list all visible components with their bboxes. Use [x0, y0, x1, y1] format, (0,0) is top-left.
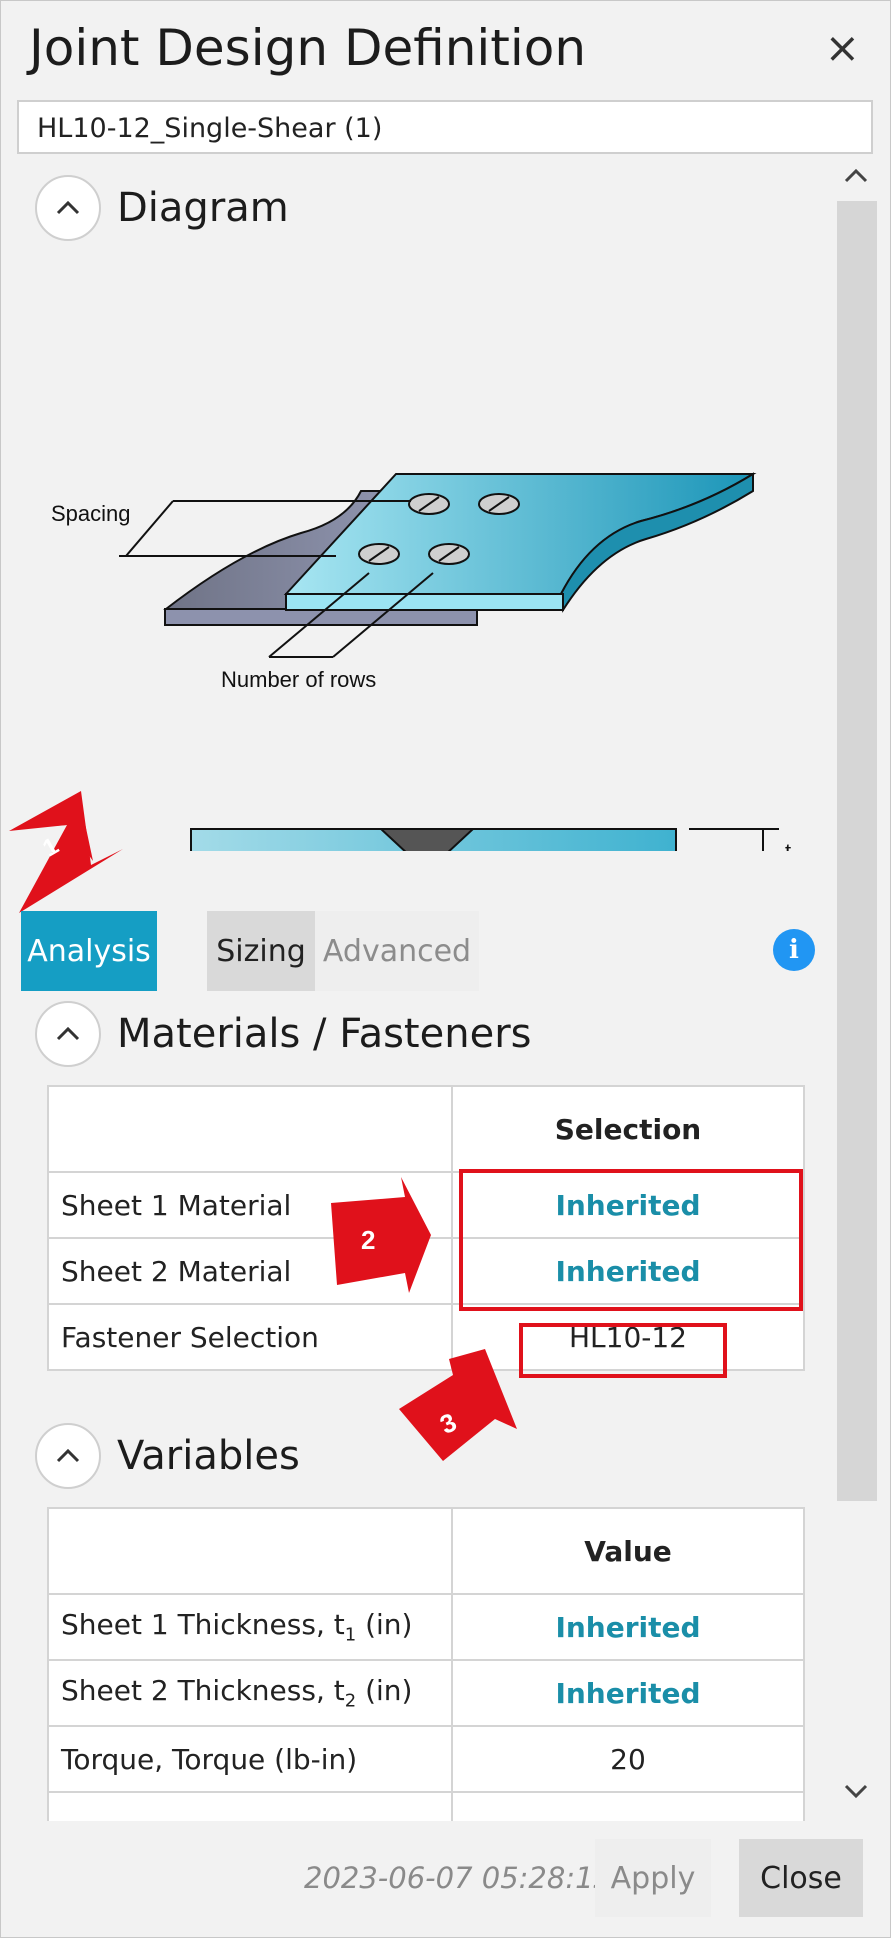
- materials-collapse-button[interactable]: [35, 1001, 101, 1067]
- close-button[interactable]: Close: [739, 1839, 863, 1917]
- diagram-collapse-button[interactable]: [35, 175, 101, 241]
- variables-table: Value Sheet 1 Thickness, t1 (in) Inherit…: [47, 1507, 805, 1821]
- chevron-up-icon: [56, 1448, 80, 1463]
- sheet2-thickness-label: Sheet 2 Thickness, t2 (in): [47, 1659, 453, 1727]
- scroll-content[interactable]: Diagram Spacing Number of rows 1 Analysi…: [1, 161, 890, 1821]
- tab-analysis[interactable]: Analysis: [21, 911, 157, 991]
- highlight-box-materials: [459, 1169, 803, 1311]
- table-row: [47, 1791, 805, 1821]
- chevron-up-icon: [56, 1026, 80, 1041]
- table-header-blank: [47, 1085, 453, 1173]
- joint-diagram: Spacing Number of rows t: [51, 472, 791, 851]
- variables-section-header: Variables: [35, 1423, 300, 1489]
- table-row-partial-value[interactable]: [451, 1791, 805, 1821]
- table-header-row: Value: [47, 1507, 805, 1595]
- callout-2: 2: [331, 1177, 431, 1293]
- variables-section-title: Variables: [117, 1433, 300, 1479]
- tab-sizing[interactable]: Sizing: [207, 911, 315, 991]
- sheet2-thickness-value[interactable]: Inherited: [451, 1659, 805, 1727]
- table-row: Torque, Torque (lb-in) 20: [47, 1725, 805, 1793]
- scrollbar-track[interactable]: [837, 201, 877, 1501]
- t1-label: t: [785, 839, 791, 851]
- table-row: Sheet 2 Thickness, t2 (in) Inherited: [47, 1659, 805, 1727]
- highlight-box-fastener: [519, 1323, 727, 1378]
- close-icon[interactable]: ×: [825, 27, 860, 69]
- joint-name-input[interactable]: HL10-12_Single-Shear (1): [17, 100, 873, 154]
- scroll-down-icon[interactable]: [841, 1776, 871, 1806]
- value-header: Value: [451, 1507, 805, 1595]
- scroll-up-icon[interactable]: [841, 161, 871, 191]
- materials-section-title: Materials / Fasteners: [117, 1011, 532, 1057]
- sheet1-thickness-value[interactable]: Inherited: [451, 1593, 805, 1661]
- apply-button[interactable]: Apply: [595, 1839, 711, 1917]
- table-header-blank: [47, 1507, 453, 1595]
- diagram-section-title: Diagram: [117, 185, 289, 231]
- spacing-label: Spacing: [51, 501, 131, 526]
- tab-bar: Analysis Sizing Advanced: [21, 911, 479, 991]
- variables-collapse-button[interactable]: [35, 1423, 101, 1489]
- torque-value[interactable]: 20: [451, 1725, 805, 1793]
- dialog-footer: 2023-06-07 05:28:13 Apply Close: [1, 1821, 890, 1937]
- table-row: Sheet 1 Thickness, t1 (in) Inherited: [47, 1593, 805, 1661]
- selection-header: Selection: [451, 1085, 805, 1173]
- callout-2-number: 2: [361, 1225, 375, 1255]
- rows-label: Number of rows: [221, 667, 376, 692]
- sheet1-thickness-label: Sheet 1 Thickness, t1 (in): [47, 1593, 453, 1661]
- callout-3: 3: [399, 1349, 517, 1461]
- materials-section-header: Materials / Fasteners: [35, 1001, 531, 1067]
- callout-1: 1: [9, 791, 123, 913]
- info-icon[interactable]: i: [773, 929, 815, 971]
- joint-design-dialog: Joint Design Definition × HL10-12_Single…: [0, 0, 891, 1938]
- torque-label: Torque, Torque (lb-in): [47, 1725, 453, 1793]
- chevron-up-icon: [56, 200, 80, 215]
- table-header-row: Selection: [47, 1085, 805, 1173]
- table-row-partial: [47, 1791, 453, 1821]
- timestamp: 2023-06-07 05:28:13: [304, 1861, 612, 1895]
- diagram-section-header: Diagram: [35, 175, 289, 241]
- fastener-selection-label: Fastener Selection: [47, 1303, 453, 1371]
- tab-advanced[interactable]: Advanced: [315, 911, 479, 991]
- dialog-title: Joint Design Definition: [29, 19, 587, 77]
